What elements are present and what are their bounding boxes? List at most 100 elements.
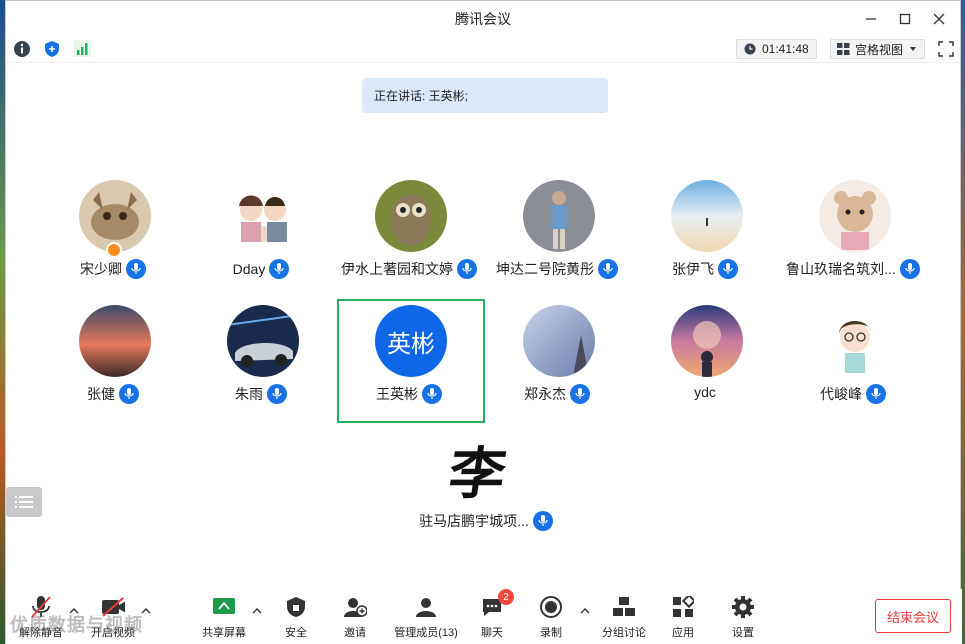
fullscreen-icon bbox=[938, 41, 954, 57]
participant-name: 代峻峰 bbox=[820, 386, 862, 402]
participant-name: 鲁山玖瑞名筑刘... bbox=[786, 261, 896, 277]
participant-tile[interactable]: Dday bbox=[191, 180, 331, 300]
apps-icon bbox=[671, 595, 695, 619]
participant-name: ydc bbox=[694, 384, 716, 400]
maximize-icon bbox=[899, 13, 911, 25]
participant-name: 张健 bbox=[87, 386, 115, 402]
share-screen-button[interactable]: 共享屏幕 bbox=[189, 595, 259, 643]
manage-members-button[interactable]: 管理成员(13) bbox=[388, 595, 464, 643]
participant-name-row: 宋少卿 bbox=[33, 259, 193, 279]
avatar bbox=[819, 305, 891, 377]
microphone-icon bbox=[119, 384, 139, 404]
avatar bbox=[227, 180, 299, 252]
participant-name-row: 张伊飞 bbox=[625, 259, 785, 279]
view-mode-select[interactable]: 宫格视图 bbox=[830, 39, 926, 59]
participant-name-row: ydc bbox=[625, 384, 785, 400]
participant-name: 朱雨 bbox=[235, 386, 263, 402]
participant-tile[interactable]: 张健 bbox=[43, 305, 183, 425]
participant-name-row: 驻马店鹏宇城项... bbox=[401, 511, 571, 531]
shield-icon bbox=[45, 41, 59, 57]
participant-name-row: 伊水上著园和文婷 bbox=[329, 259, 489, 279]
info-icon bbox=[14, 41, 30, 57]
microphone-icon bbox=[269, 259, 290, 279]
microphone-icon bbox=[267, 384, 287, 404]
avatar bbox=[79, 305, 151, 377]
close-button[interactable] bbox=[926, 7, 952, 31]
avatar bbox=[819, 180, 891, 252]
participant-tile[interactable]: 宋少卿 bbox=[43, 180, 183, 300]
participant-name: 郑永杰 bbox=[524, 386, 566, 402]
calligraphy-avatar[interactable]: 李 bbox=[437, 433, 519, 507]
network-status-button[interactable] bbox=[72, 39, 92, 59]
info-button[interactable] bbox=[12, 39, 32, 59]
participant-tile[interactable]: 英彬 王英彬 bbox=[339, 305, 479, 425]
microphone-icon bbox=[598, 259, 618, 279]
desktop-background-right bbox=[961, 0, 965, 644]
invite-button[interactable]: 邀请 bbox=[320, 595, 390, 643]
title-bar: 腾讯会议 bbox=[6, 1, 960, 37]
participant-name: 宋少卿 bbox=[80, 261, 122, 277]
bottom-control-bar: 解除静音 开启视频 共享屏幕 安全 邀请 管理成员(13) 2 聊天 录制 分组… bbox=[6, 589, 962, 644]
participant-name: 驻马店鹏宇城项... bbox=[419, 513, 529, 529]
participant-name-row: Dday bbox=[181, 259, 341, 279]
participant-name: 坤达二号院黄彤 bbox=[496, 261, 594, 277]
participant-name-row: 王英彬 bbox=[329, 384, 489, 404]
participant-tile[interactable]: 代峻峰 bbox=[783, 305, 923, 425]
participant-name-row: 坤达二号院黄彤 bbox=[477, 259, 637, 279]
member-list-toggle[interactable] bbox=[6, 487, 42, 517]
watermark-text: 优质数据与视频 bbox=[10, 615, 143, 635]
microphone-icon bbox=[570, 384, 590, 404]
end-meeting-button[interactable]: 结束会议 bbox=[875, 599, 951, 633]
participant-name: 王英彬 bbox=[376, 386, 418, 402]
participant-name-row: 代峻峰 bbox=[773, 384, 933, 404]
host-badge-icon bbox=[106, 242, 122, 258]
participant-tile[interactable]: 鲁山玖瑞名筑刘... bbox=[783, 180, 923, 300]
microphone-icon bbox=[899, 259, 920, 279]
close-icon bbox=[933, 13, 945, 25]
avatar bbox=[523, 305, 595, 377]
participant-tile[interactable]: 郑永杰 bbox=[487, 305, 627, 425]
avatar bbox=[375, 180, 447, 252]
participant-name-row: 朱雨 bbox=[181, 384, 341, 404]
share-screen-icon bbox=[212, 595, 236, 619]
window-controls bbox=[858, 7, 952, 31]
participant-tile[interactable]: 伊水上著园和文婷 bbox=[339, 180, 479, 300]
participant-name: 张伊飞 bbox=[672, 261, 714, 277]
meeting-window: 腾讯会议 01:41:48 宫格视图 正在讲话: 王英彬; 宋少卿 Dday 伊… bbox=[5, 0, 962, 644]
microphone-icon bbox=[718, 259, 738, 279]
microphone-icon bbox=[422, 384, 442, 404]
chat-unread-badge: 2 bbox=[498, 589, 514, 605]
list-icon bbox=[15, 496, 33, 508]
breakout-rooms-icon bbox=[612, 595, 636, 619]
participant-tile[interactable]: 坤达二号院黄彤 bbox=[487, 180, 627, 300]
minimize-icon bbox=[866, 18, 876, 20]
signal-icon bbox=[74, 40, 91, 57]
avatar bbox=[671, 180, 743, 252]
participant-tile[interactable]: 朱雨 bbox=[191, 305, 331, 425]
microphone-icon bbox=[457, 259, 477, 279]
shield-icon bbox=[284, 595, 308, 619]
avatar bbox=[523, 180, 595, 252]
meeting-timer: 01:41:48 bbox=[736, 39, 817, 59]
active-speaker-banner: 正在讲话: 王英彬; bbox=[362, 78, 608, 113]
participant-name-row: 郑永杰 bbox=[477, 384, 637, 404]
avatar bbox=[671, 305, 743, 377]
meeting-toolbar: 01:41:48 宫格视图 bbox=[6, 37, 960, 63]
participant-tile[interactable]: 张伊飞 bbox=[635, 180, 775, 300]
participant-name-row: 张健 bbox=[33, 384, 193, 404]
avatar bbox=[227, 305, 299, 377]
window-title: 腾讯会议 bbox=[455, 11, 511, 27]
maximize-button[interactable] bbox=[892, 7, 918, 31]
microphone-icon bbox=[126, 259, 146, 279]
minimize-button[interactable] bbox=[858, 7, 884, 31]
chevron-down-icon bbox=[910, 47, 917, 51]
fullscreen-button[interactable] bbox=[937, 40, 955, 58]
participant-name: Dday bbox=[232, 261, 266, 277]
record-button[interactable]: 录制 bbox=[516, 595, 586, 643]
view-mode-label: 宫格视图 bbox=[855, 42, 904, 57]
microphone-icon bbox=[866, 384, 886, 404]
security-shield-button[interactable] bbox=[42, 39, 62, 59]
settings-button[interactable]: 设置 bbox=[708, 595, 778, 643]
participant-tile[interactable]: ydc bbox=[635, 305, 775, 425]
active-speaker-text: 正在讲话: 王英彬; bbox=[374, 89, 469, 103]
